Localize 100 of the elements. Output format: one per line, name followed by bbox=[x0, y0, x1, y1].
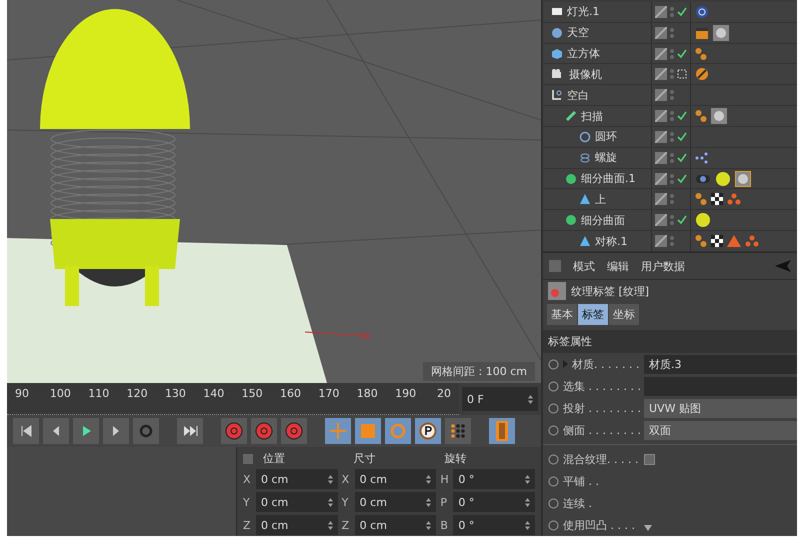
visibility-dots-icon[interactable] bbox=[670, 6, 674, 18]
dropdown[interactable]: UVW 贴图 bbox=[644, 398, 797, 418]
layer-icon[interactable] bbox=[655, 89, 667, 102]
keyframe-circle-icon[interactable] bbox=[548, 476, 559, 486]
keyframe-circle-icon[interactable] bbox=[548, 498, 559, 508]
object-row[interactable]: 对称.1 bbox=[543, 231, 797, 252]
texture-tag-icon bbox=[711, 108, 727, 124]
checker-tag-icon bbox=[711, 193, 723, 206]
layer-icon[interactable] bbox=[655, 110, 667, 122]
tab[interactable]: 标签 bbox=[578, 304, 608, 325]
frame-number: 130 bbox=[164, 387, 187, 402]
object-row[interactable]: 天空 bbox=[543, 22, 797, 44]
number-field[interactable]: 0 cm bbox=[256, 515, 338, 535]
check-icon[interactable] bbox=[677, 174, 687, 184]
go-end-button[interactable] bbox=[177, 418, 203, 444]
check-icon[interactable] bbox=[677, 48, 687, 59]
helix-icon bbox=[579, 152, 591, 164]
number-field[interactable]: 0 ° bbox=[453, 515, 535, 535]
spinner-arrows-icon[interactable] bbox=[426, 498, 432, 506]
go-start-button[interactable] bbox=[13, 418, 39, 444]
object-row[interactable]: 扫描 bbox=[543, 106, 797, 127]
visibility-dots-icon[interactable] bbox=[670, 172, 674, 185]
layer-icon[interactable] bbox=[655, 48, 667, 60]
menu-item[interactable]: 模式 bbox=[573, 258, 595, 274]
checkbox[interactable] bbox=[644, 454, 655, 464]
spinner-arrows-icon[interactable] bbox=[328, 498, 333, 506]
object-row[interactable]: 螺旋 bbox=[543, 148, 797, 169]
spinner-arrows-icon[interactable] bbox=[426, 520, 432, 530]
object-row[interactable]: 圆环 bbox=[543, 126, 797, 148]
object-row[interactable]: 立方体 bbox=[543, 44, 797, 64]
globe-icon bbox=[551, 26, 563, 39]
layer-icon[interactable] bbox=[655, 130, 667, 143]
keyframe-circle-icon[interactable] bbox=[548, 358, 559, 370]
visibility-dots-icon[interactable] bbox=[670, 235, 674, 248]
spinner-arrows-icon[interactable] bbox=[524, 474, 530, 484]
number-field[interactable]: 0 cm bbox=[354, 469, 436, 489]
dropdown[interactable]: 双面 bbox=[644, 420, 797, 440]
step-forward-button[interactable] bbox=[103, 418, 129, 444]
number-field[interactable]: 0 cm bbox=[354, 492, 436, 512]
spinner-arrows-icon[interactable] bbox=[328, 474, 333, 484]
object-row[interactable]: 空白 bbox=[543, 85, 797, 106]
frame-number: 90 bbox=[14, 387, 30, 402]
layer-icon[interactable] bbox=[655, 68, 667, 80]
layer-icon[interactable] bbox=[655, 152, 667, 164]
spinner-arrows-icon[interactable] bbox=[328, 520, 333, 530]
menu-item[interactable]: 用户数据 bbox=[641, 258, 685, 274]
keyframe-circle-icon[interactable] bbox=[548, 520, 559, 530]
keyframe-circle-icon[interactable] bbox=[548, 454, 559, 464]
layer-icon[interactable] bbox=[655, 26, 667, 39]
keyframe-circle-icon[interactable] bbox=[548, 424, 559, 436]
object-row[interactable]: 上 bbox=[543, 189, 797, 210]
visibility-dots-icon[interactable] bbox=[670, 26, 674, 39]
timeline-ruler[interactable]: 90 100 110 120 130 140 150 160 170 180 190 20 bbox=[7, 383, 459, 415]
layer-icon[interactable] bbox=[655, 6, 667, 18]
number-field[interactable]: 0 ° bbox=[453, 469, 535, 489]
dotted-square-icon[interactable] bbox=[677, 69, 687, 80]
spinner-arrows-icon[interactable] bbox=[426, 474, 432, 484]
number-field[interactable]: 0 cm bbox=[354, 515, 436, 535]
visibility-dots-icon[interactable] bbox=[670, 89, 674, 102]
keyframe-circle-icon[interactable] bbox=[548, 380, 559, 392]
visibility-dots-icon[interactable] bbox=[670, 110, 674, 122]
object-row[interactable]: 细分曲面.1 bbox=[543, 168, 797, 190]
visibility-dots-icon[interactable] bbox=[670, 130, 674, 143]
visibility-dots-icon[interactable] bbox=[670, 68, 674, 80]
visibility-dots-icon[interactable] bbox=[670, 193, 674, 206]
spinner-arrows-icon[interactable] bbox=[528, 394, 533, 404]
check-icon[interactable] bbox=[677, 215, 687, 226]
keyframe-circle-icon[interactable] bbox=[548, 402, 559, 414]
material-field[interactable]: 材质.3 bbox=[644, 354, 797, 374]
tab[interactable]: 坐标 bbox=[609, 304, 639, 325]
object-row[interactable]: 摄像机 bbox=[543, 64, 797, 86]
check-icon[interactable] bbox=[677, 132, 687, 142]
check-icon[interactable] bbox=[677, 111, 687, 122]
number-field[interactable]: 0 ° bbox=[453, 492, 535, 512]
check-icon[interactable] bbox=[677, 6, 687, 17]
object-row[interactable]: 细分曲面 bbox=[543, 210, 797, 232]
menu-item[interactable]: 编辑 bbox=[607, 258, 629, 274]
dots-grid-button[interactable] bbox=[445, 418, 471, 444]
check-icon[interactable] bbox=[677, 152, 687, 163]
object-row[interactable]: 灯光.1 bbox=[543, 2, 797, 23]
play-button[interactable] bbox=[73, 418, 99, 444]
tab[interactable]: 基本 bbox=[547, 304, 577, 325]
visibility-dots-icon[interactable] bbox=[670, 152, 674, 164]
layer-icon[interactable] bbox=[655, 235, 667, 248]
step-back-button[interactable] bbox=[43, 418, 69, 444]
layer-icon[interactable] bbox=[655, 214, 667, 226]
spinner-arrows-icon[interactable] bbox=[524, 520, 530, 530]
number-field[interactable]: 0 cm bbox=[256, 492, 338, 512]
column-header: 旋转 bbox=[444, 451, 468, 466]
layer-icon[interactable] bbox=[655, 193, 667, 206]
spinner-arrows-icon[interactable] bbox=[524, 498, 530, 506]
visibility-dots-icon[interactable] bbox=[670, 48, 674, 60]
dropdown-arrow-icon[interactable] bbox=[644, 524, 652, 530]
visibility-dots-icon[interactable] bbox=[670, 214, 674, 226]
layer-icon[interactable] bbox=[655, 172, 667, 185]
number-field[interactable]: 0 cm bbox=[256, 469, 338, 489]
point-mode-button[interactable] bbox=[415, 418, 441, 444]
frame-field[interactable]: 0 F bbox=[462, 387, 538, 411]
selection-field[interactable] bbox=[644, 376, 797, 396]
dots-tag-icon bbox=[727, 193, 741, 206]
